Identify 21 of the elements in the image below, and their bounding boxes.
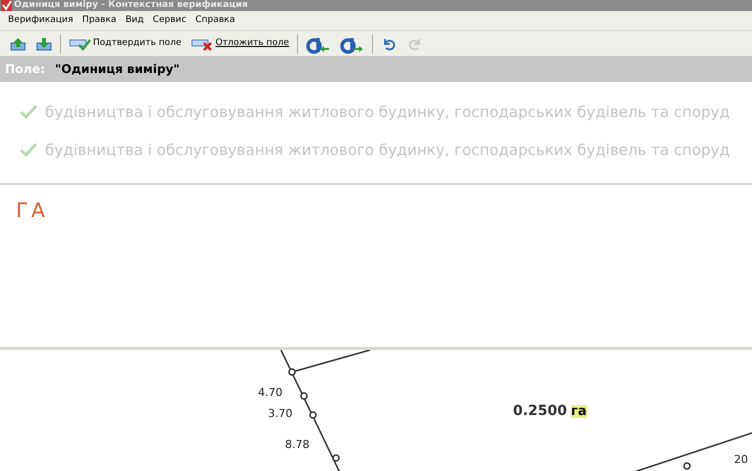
dimension-label: 3.70 [268,408,292,419]
menu-item[interactable]: Сервис [150,14,190,28]
dimension-label: 20 [734,454,748,465]
menu-item[interactable]: Верификация [5,14,76,28]
app-check-icon [1,0,12,11]
menu-item[interactable]: Правка [79,14,120,28]
dimension-label: 8.78 [285,439,310,450]
field-cross-icon [191,36,214,50]
menu-item[interactable]: Вид [122,14,147,28]
field-label: Поле: [5,61,46,78]
postpone-button[interactable]: Отложить поле [187,32,294,54]
field-name: "Одиниця виміру" [55,61,180,78]
field-check-icon [69,36,91,50]
move-down-icon [36,36,52,50]
area-unit: га [571,405,587,418]
dimension-label: 4.70 [258,387,282,398]
window-title: Одиниця виміру - Контекстная верификация [14,0,248,11]
move-up-icon [10,36,26,50]
area-value: 0.2500 [513,402,568,421]
menu-item[interactable]: Справка [192,14,238,28]
confirm-button[interactable]: Подтвердить поле [65,32,186,54]
